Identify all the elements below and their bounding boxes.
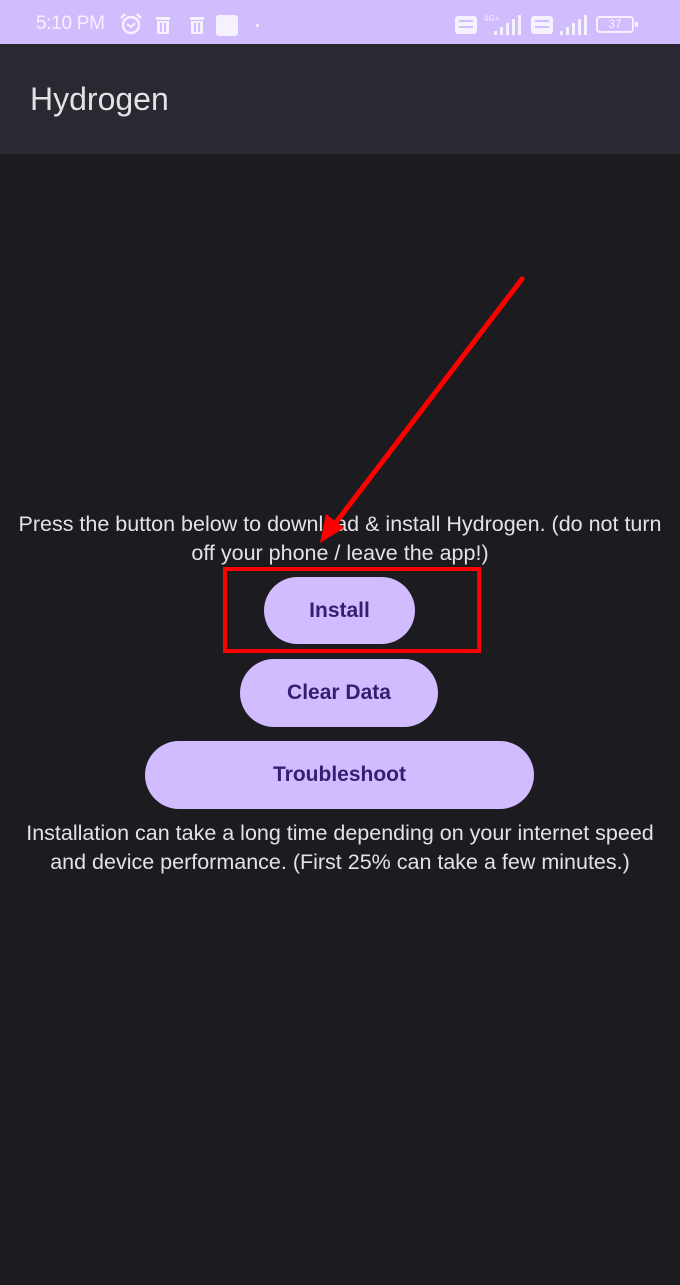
- volte-icon: [455, 16, 477, 34]
- delete-icon: [190, 17, 204, 34]
- battery-icon: 37: [596, 16, 638, 33]
- volte-icon: [531, 16, 553, 34]
- signal-icon: [560, 15, 587, 35]
- battery-level: 37: [608, 17, 622, 31]
- instruction-text: Press the button below to download & ins…: [18, 512, 662, 565]
- notification-square-icon: [216, 15, 238, 36]
- dot-icon: [256, 24, 259, 27]
- svg-text:4G+: 4G+: [484, 14, 500, 23]
- signal-4g-icon: 4G+: [484, 14, 521, 35]
- troubleshoot-button[interactable]: Troubleshoot: [145, 741, 534, 809]
- status-time: 5:10 PM: [36, 13, 105, 34]
- app-title: Hydrogen: [30, 81, 169, 117]
- delete-icon: [156, 17, 170, 34]
- alarm-icon: [120, 13, 142, 35]
- app-bar: Hydrogen: [0, 44, 680, 154]
- status-bar: 5:10 PM 4G+ 37: [0, 0, 680, 44]
- install-button[interactable]: Install: [264, 577, 415, 644]
- clear-data-button[interactable]: Clear Data: [240, 659, 438, 727]
- installation-note: Installation can take a long time depend…: [26, 821, 654, 874]
